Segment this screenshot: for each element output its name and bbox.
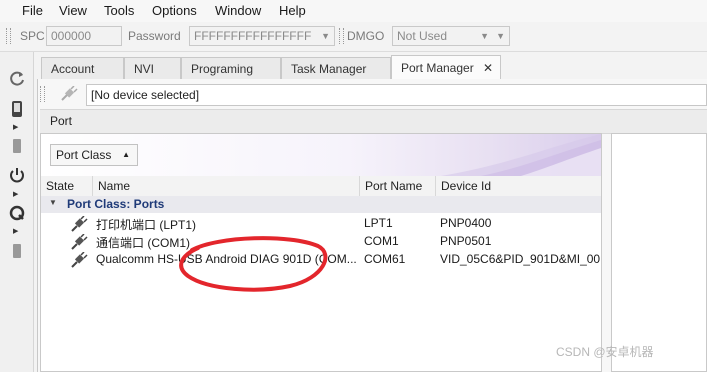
dmgo-label: DMGO	[347, 29, 385, 43]
phone-icon[interactable]	[6, 100, 28, 122]
row-name: 打印机端口 (LPT1)	[96, 218, 197, 232]
tab-programing[interactable]: Programing	[181, 57, 281, 79]
column-header-device-id[interactable]: Device Id	[435, 176, 601, 196]
tab-label: Port Manager	[401, 61, 474, 75]
expand-arrow-icon[interactable]: ▶	[13, 227, 18, 235]
column-header-name[interactable]: Name	[92, 176, 359, 196]
plug-icon	[71, 216, 88, 232]
close-icon[interactable]: ✕	[483, 56, 493, 80]
spc-value: 000000	[51, 29, 92, 43]
password-field[interactable]: FFFFFFFFFFFFFFFF ▼	[189, 26, 335, 46]
port-section-title: Port	[50, 114, 73, 128]
tab-label: Task Manager	[291, 62, 367, 76]
column-label: Port Name	[365, 179, 423, 193]
toolbar-grip[interactable]	[6, 28, 11, 44]
left-toolstrip: ▶ ▶ ▶	[0, 52, 34, 372]
qualcomm-icon[interactable]	[6, 204, 28, 226]
plug-icon	[71, 234, 88, 250]
caret-up-icon: ▲	[122, 150, 130, 159]
column-headers: State Name Port Name Device Id	[41, 176, 601, 197]
decorative-swoosh-icon	[441, 134, 601, 176]
tab-task-manager[interactable]: Task Manager	[281, 57, 391, 79]
chevron-down-icon[interactable]: ▼	[480, 27, 489, 45]
device-selector[interactable]: [No device selected]	[86, 84, 707, 106]
password-value: FFFFFFFFFFFFFFFF	[194, 29, 312, 43]
device-bar: [No device selected]	[40, 84, 707, 106]
row-port-name: LPT1	[364, 216, 393, 230]
port-section-header: Port	[40, 109, 707, 134]
row-port-name: COM1	[364, 234, 399, 248]
chevron-down-icon[interactable]: ▼	[321, 27, 330, 45]
group-row[interactable]: ▼ Port Class: Ports	[41, 196, 601, 213]
toolbar-grip[interactable]	[339, 28, 344, 44]
row-device-id: VID_05C6&PID_901D&MI_00	[440, 252, 600, 266]
column-label: State	[46, 179, 75, 193]
column-label: Device Id	[441, 179, 492, 193]
expand-arrow-icon[interactable]: ▶	[13, 190, 18, 198]
menu-help[interactable]: Help	[279, 2, 306, 19]
dmgo-select[interactable]: Not Used ▼ ▼	[392, 26, 510, 46]
menu-tools[interactable]: Tools	[104, 2, 134, 19]
toolbar-grip[interactable]	[40, 86, 45, 102]
column-label: Name	[98, 179, 131, 193]
password-label: Password	[128, 29, 181, 43]
expand-arrow-icon[interactable]: ▶	[13, 123, 18, 131]
details-panel	[611, 133, 707, 372]
row-device-id: PNP0400	[440, 216, 492, 230]
collapse-arrow-icon[interactable]: ▼	[49, 198, 57, 207]
watermark: CSDN @安卓机器	[556, 345, 654, 359]
tab-port-manager[interactable]: Port Manager ✕	[391, 55, 501, 80]
spc-field[interactable]: 000000	[46, 26, 122, 46]
panel-banner: Port Class ▲	[41, 134, 601, 176]
port-class-label: Port Class	[56, 148, 112, 162]
tab-account[interactable]: Account	[41, 57, 124, 79]
tab-nvi[interactable]: NVI	[124, 57, 181, 79]
tab-label: NVI	[134, 62, 155, 76]
annotation-circle	[179, 236, 328, 292]
tab-label: Programing	[191, 62, 254, 76]
group-label: Port Class: Ports	[67, 197, 165, 211]
spc-label: SPC	[20, 29, 45, 43]
phone-grey-icon[interactable]	[6, 137, 28, 159]
menu-window[interactable]: Window	[215, 2, 261, 19]
power-icon[interactable]	[6, 166, 28, 188]
column-header-state[interactable]: State	[41, 176, 92, 196]
menu-options[interactable]: Options	[152, 2, 197, 19]
menu-bar: File View Tools Options Window Help	[0, 0, 707, 22]
tab-label: Account	[51, 62, 95, 76]
device-selected-text: [No device selected]	[91, 88, 200, 102]
device-grey-icon[interactable]	[6, 242, 28, 264]
table-row[interactable]: 打印机端口 (LPT1) LPT1 PNP0400	[41, 215, 601, 233]
row-device-id: PNP0501	[440, 234, 492, 248]
menu-view[interactable]: View	[59, 2, 87, 19]
chevron-down-icon[interactable]: ▼	[496, 27, 505, 45]
dmgo-value: Not Used	[397, 29, 448, 43]
toolbar: SPC 000000 Password FFFFFFFFFFFFFFFF ▼ D…	[0, 22, 707, 52]
refresh-icon[interactable]	[6, 70, 28, 92]
menu-file[interactable]: File	[22, 2, 43, 19]
port-class-dropdown[interactable]: Port Class ▲	[50, 144, 138, 166]
plug-icon	[71, 252, 88, 268]
plug-icon[interactable]	[60, 85, 78, 105]
column-header-port-name[interactable]: Port Name	[359, 176, 435, 196]
row-port-name: COM61	[364, 252, 406, 266]
